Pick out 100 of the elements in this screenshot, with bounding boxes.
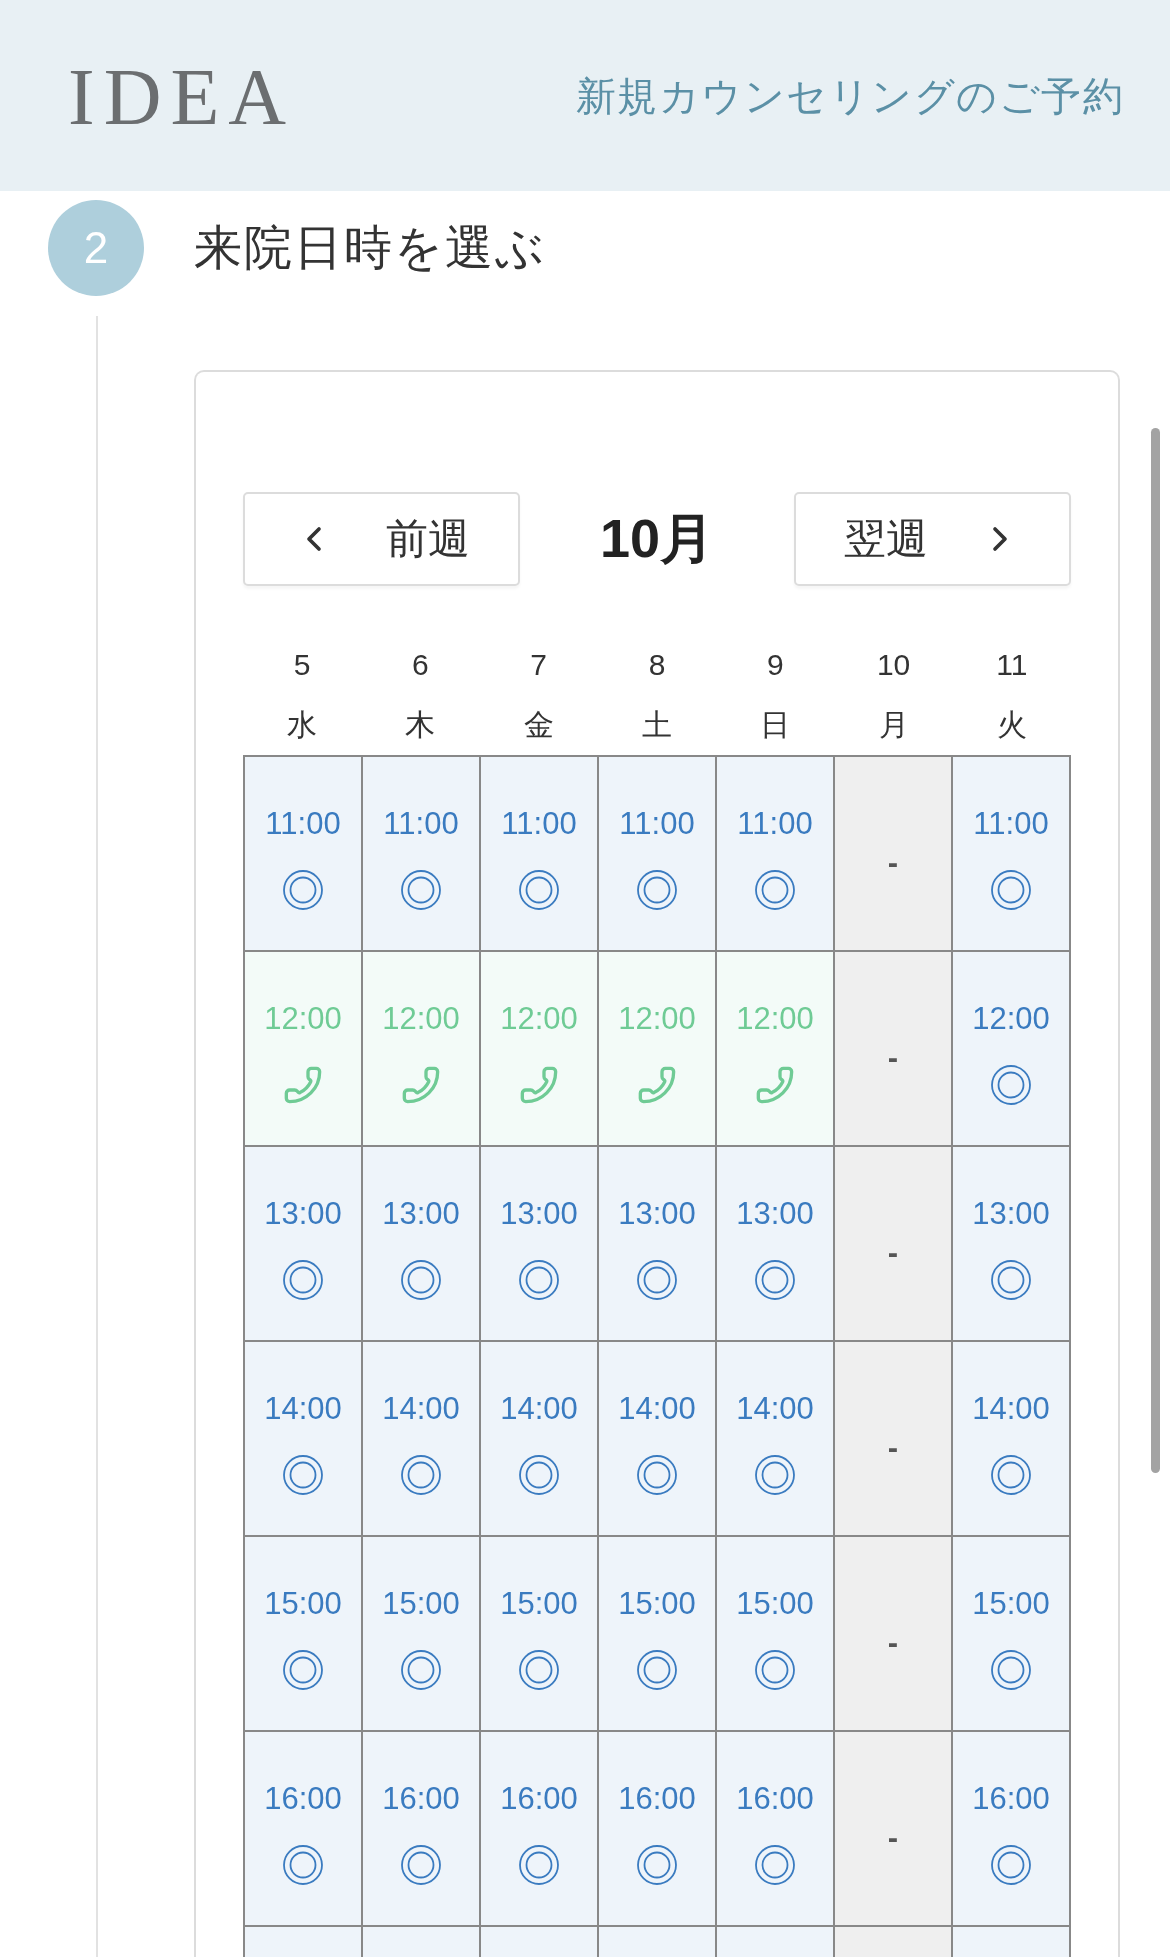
time-slot-cell[interactable]: 16:00: [953, 1732, 1071, 1927]
time-slot-cell[interactable]: [599, 1927, 717, 1957]
page-title: 新規カウンセリングのご予約: [575, 72, 1124, 120]
double-circle-icon: [991, 1455, 1031, 1495]
time-slot-cell[interactable]: 16:00: [599, 1732, 717, 1927]
time-slot-cell[interactable]: 15:00: [599, 1537, 717, 1732]
weekday-label: 火: [996, 707, 1027, 743]
phone-icon: [755, 1065, 795, 1105]
date-number: 5: [293, 647, 311, 683]
date-number: 7: [530, 647, 548, 683]
double-circle-icon: [401, 1650, 441, 1690]
double-circle-icon: [283, 870, 323, 910]
double-circle-icon: [283, 1650, 323, 1690]
date-number: 9: [766, 647, 784, 683]
double-circle-icon: [755, 1845, 795, 1885]
double-circle-icon: [755, 1260, 795, 1300]
time-slot-cell[interactable]: 14:00: [481, 1342, 599, 1537]
time-slot-cell[interactable]: 13:00: [599, 1147, 717, 1342]
date-number: 6: [412, 647, 429, 683]
double-circle-icon: [637, 1455, 677, 1495]
time-slot-cell[interactable]: 13:00: [717, 1147, 835, 1342]
time-slot-cell[interactable]: 13:00: [363, 1147, 481, 1342]
weekday-label: 水: [287, 707, 318, 743]
time-slot-cell[interactable]: [953, 1927, 1071, 1957]
weekday-label: 日: [760, 707, 791, 743]
logo-text[interactable]: IDEA: [68, 54, 296, 137]
step-number: 2: [48, 200, 144, 296]
next-week-button[interactable]: 翌週: [794, 492, 1071, 586]
double-circle-icon: [401, 870, 441, 910]
closed-cell: -: [835, 1342, 953, 1537]
time-slot-cell[interactable]: 13:00: [481, 1147, 599, 1342]
closed-cell: -: [835, 1732, 953, 1927]
double-circle-icon: [755, 870, 795, 910]
weekday-label: 土: [642, 707, 672, 743]
closed-cell: -: [835, 952, 953, 1147]
time-slot-cell[interactable]: 15:00: [481, 1537, 599, 1732]
date-number: 10: [876, 647, 911, 683]
double-circle-icon: [283, 1845, 323, 1885]
double-circle-icon: [519, 1650, 559, 1690]
double-circle-icon: [519, 1845, 559, 1885]
time-slot-cell[interactable]: 12:00: [953, 952, 1071, 1147]
double-circle-icon: [283, 1260, 323, 1300]
time-slot-cell[interactable]: 15:00: [363, 1537, 481, 1732]
closed-cell: -: [835, 1537, 953, 1732]
double-circle-icon: [401, 1260, 441, 1300]
time-slot-cell[interactable]: 16:00: [481, 1732, 599, 1927]
time-slot-cell[interactable]: 11:00: [953, 757, 1071, 952]
time-slot-cell[interactable]: 16:00: [363, 1732, 481, 1927]
time-slot-cell[interactable]: 16:00: [717, 1732, 835, 1927]
weekday-label: 木: [405, 707, 436, 743]
phone-icon: [519, 1065, 559, 1105]
double-circle-icon: [519, 1455, 559, 1495]
time-slot-cell[interactable]: 14:00: [953, 1342, 1071, 1537]
weekday-label: 金: [523, 707, 554, 743]
time-slot-cell[interactable]: 14:00: [717, 1342, 835, 1537]
time-slot-cell[interactable]: 13:00: [953, 1147, 1071, 1342]
time-slot-cell[interactable]: 11:00: [363, 757, 481, 952]
date-number: 11: [996, 647, 1028, 683]
time-slot-cell[interactable]: [717, 1927, 835, 1957]
date-number: 8: [648, 647, 666, 683]
time-slot-cell[interactable]: 13:00: [245, 1147, 363, 1342]
time-slot-cell[interactable]: 14:00: [599, 1342, 717, 1537]
double-circle-icon: [637, 870, 677, 910]
double-circle-icon: [991, 1260, 1031, 1300]
double-circle-icon: [991, 870, 1031, 910]
double-circle-icon: [637, 1260, 677, 1300]
time-slot-cell[interactable]: 14:00: [363, 1342, 481, 1537]
prev-week-button[interactable]: 前週: [243, 492, 520, 586]
time-slot-cell[interactable]: [481, 1927, 599, 1957]
double-circle-icon: [991, 1845, 1031, 1885]
closed-cell: -: [835, 757, 953, 952]
double-circle-icon: [991, 1065, 1031, 1105]
month-label: 10月: [599, 506, 715, 570]
double-circle-icon: [519, 870, 559, 910]
time-slot-cell[interactable]: 15:00: [717, 1537, 835, 1732]
step-title: 来院日時を選ぶ: [194, 220, 546, 276]
time-slot-cell[interactable]: 15:00: [245, 1537, 363, 1732]
double-circle-icon: [755, 1455, 795, 1495]
double-circle-icon: [401, 1455, 441, 1495]
double-circle-icon: [755, 1650, 795, 1690]
time-slot-cell[interactable]: 11:00: [717, 757, 835, 952]
double-circle-icon: [991, 1650, 1031, 1690]
double-circle-icon: [637, 1650, 677, 1690]
double-circle-icon: [401, 1845, 441, 1885]
phone-icon: [401, 1065, 441, 1105]
time-slot-cell[interactable]: [363, 1927, 481, 1957]
time-slot-cell[interactable]: 11:00: [245, 757, 363, 952]
time-slot-cell[interactable]: 15:00: [953, 1537, 1071, 1732]
weekday-label: 月: [878, 707, 909, 743]
time-slot-cell[interactable]: 11:00: [599, 757, 717, 952]
closed-cell: -: [835, 1147, 953, 1342]
time-slot-cell[interactable]: 16:00: [245, 1732, 363, 1927]
double-circle-icon: [637, 1845, 677, 1885]
phone-icon: [283, 1065, 323, 1105]
phone-icon: [637, 1065, 677, 1105]
scrollbar-thumb[interactable]: [1151, 428, 1160, 1473]
time-slot-cell[interactable]: 14:00: [245, 1342, 363, 1537]
time-slot-cell[interactable]: [245, 1927, 363, 1957]
double-circle-icon: [283, 1455, 323, 1495]
time-slot-cell[interactable]: 11:00: [481, 757, 599, 952]
